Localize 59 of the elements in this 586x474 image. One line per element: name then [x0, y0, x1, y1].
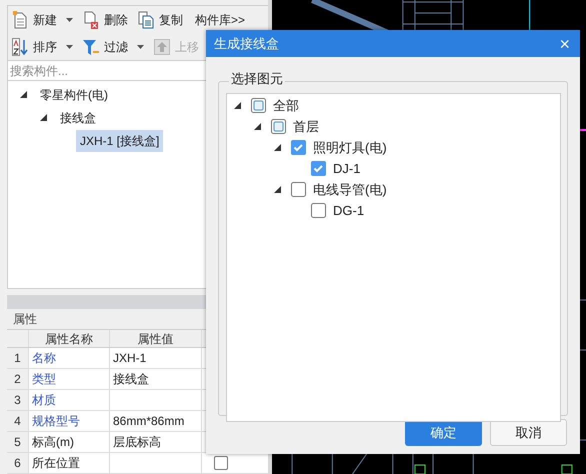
- toolbar-button[interactable]: 删除: [81, 8, 130, 30]
- close-button[interactable]: ×: [559, 34, 570, 52]
- table-cell: 标高(m): [29, 432, 110, 452]
- dropdown-caret-icon: [137, 44, 144, 48]
- table-cell: 名称: [29, 348, 110, 368]
- row-number: 2: [7, 369, 29, 389]
- row-number: 6: [7, 453, 29, 473]
- filter-icon: [83, 38, 99, 56]
- table-cell: 层底标高: [110, 432, 202, 452]
- delete-document-icon: [83, 10, 99, 28]
- checkbox[interactable]: [291, 140, 306, 155]
- toolbar-button[interactable]: 排序: [10, 36, 75, 58]
- table-cell: 材质: [29, 390, 110, 410]
- row-number: 3: [7, 390, 29, 410]
- move-up-icon: [154, 38, 170, 54]
- checkbox[interactable]: [214, 456, 228, 470]
- table-cell: JXH-1: [110, 348, 202, 368]
- toolbar-button[interactable]: 过滤: [81, 36, 146, 58]
- expanded-triangle-icon[interactable]: [40, 114, 47, 121]
- tree-item[interactable]: 接线盒: [56, 106, 100, 128]
- table-cell: 86mm*86mm: [110, 411, 202, 431]
- table-cell: 所在位置: [29, 453, 110, 473]
- tree-item[interactable]: JXH-1 [接线盒]: [76, 130, 164, 152]
- checkbox[interactable]: [251, 98, 266, 113]
- column-header: 属性值: [110, 330, 202, 347]
- expanded-triangle-icon[interactable]: [20, 91, 27, 98]
- table-cell: 规格型号: [29, 411, 110, 431]
- tree-item-label: 电线导管(电): [313, 180, 387, 199]
- column-header: 属性名称: [29, 330, 110, 347]
- checkbox[interactable]: [311, 203, 326, 218]
- checkbox[interactable]: [291, 182, 306, 197]
- dialog-title: 生成接线盒: [214, 34, 279, 53]
- toolbar-button[interactable]: 构件库>>: [191, 8, 248, 30]
- tree-item-label: 全部: [273, 96, 299, 115]
- toolbar-button[interactable]: 复制: [136, 8, 185, 30]
- group-title: 选择图元: [229, 72, 285, 85]
- tree-item-label: 首层: [293, 118, 319, 136]
- toolbar-button[interactable]: 新建: [10, 8, 75, 30]
- row-number: 5: [7, 432, 29, 452]
- tree-item-label: 照明灯具(电): [313, 138, 387, 157]
- new-document-icon: [12, 10, 28, 28]
- expanded-triangle-icon[interactable]: [234, 102, 241, 109]
- copy-icon: [138, 10, 154, 28]
- dropdown-caret-icon: [66, 18, 73, 22]
- row-number: 1: [7, 348, 29, 368]
- tree-item[interactable]: 零星构件(电): [36, 84, 112, 106]
- expanded-triangle-icon[interactable]: [274, 144, 281, 151]
- table-cell: 类型: [29, 369, 110, 389]
- dialog-button[interactable]: 取消: [490, 419, 567, 446]
- checkbox[interactable]: [311, 161, 326, 176]
- dropdown-caret-icon: [66, 44, 73, 48]
- expanded-triangle-icon[interactable]: [274, 186, 281, 193]
- checkbox[interactable]: [271, 119, 286, 134]
- tree-item-label: DG-1: [333, 202, 364, 220]
- row-number: 4: [7, 411, 29, 431]
- expanded-triangle-icon[interactable]: [254, 123, 261, 130]
- table-cell: 接线盒: [110, 369, 202, 389]
- sort-icon: [12, 38, 28, 56]
- tree-item-label: DJ-1: [333, 160, 360, 178]
